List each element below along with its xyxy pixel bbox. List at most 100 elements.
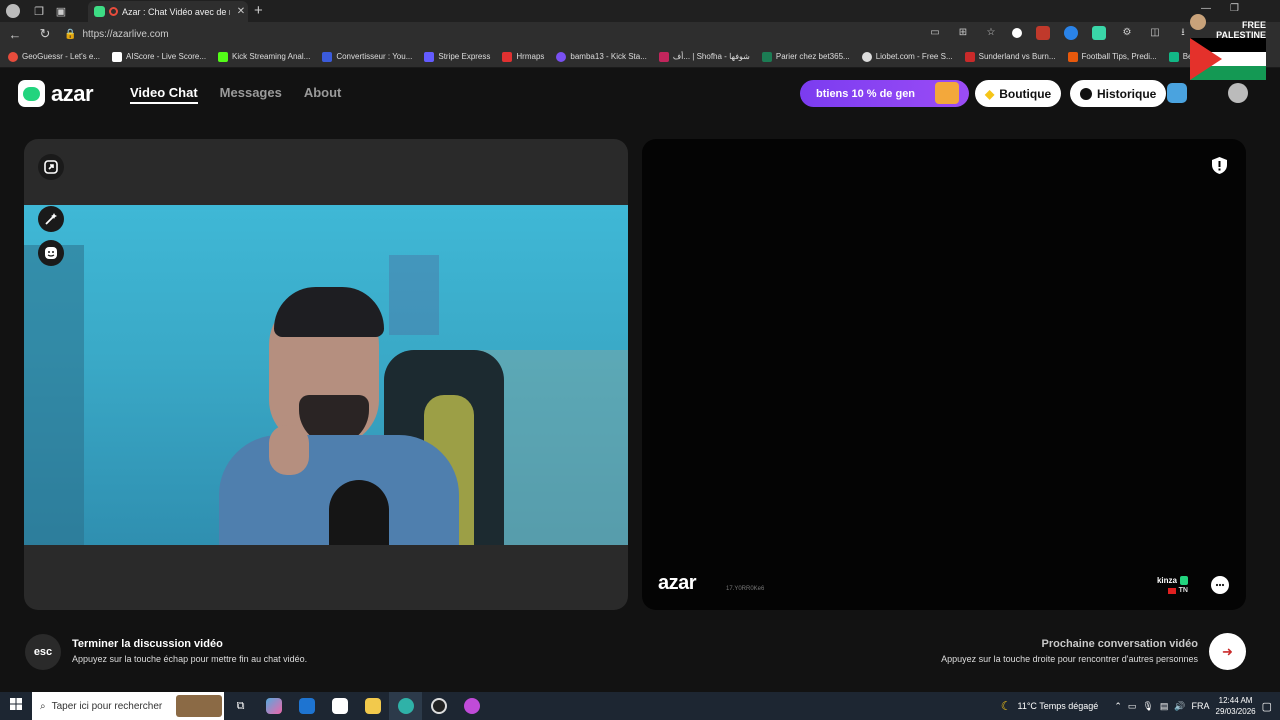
favorite-star-icon[interactable]: ☆ — [984, 26, 998, 40]
app-header: azar Video Chat Messages About btiens 10… — [0, 68, 1280, 120]
system-tray: ☾ 11°C Temps dégagé ⌃ ▭ 🎙 ▤ 🔊 FRA 12:44 … — [1001, 692, 1280, 720]
extensions-row: ▭ ⊞ ☆ ⚙ ◫ ⭳ — [928, 26, 1190, 40]
bookmark-icon — [658, 51, 669, 62]
bookmark-item[interactable]: GeoGuessr - Let's e... — [8, 51, 100, 62]
bookmark-item[interactable]: Football Tips, Predi... — [1067, 51, 1157, 62]
next-arrow-icon: ➜ — [1222, 643, 1233, 659]
browser-tab[interactable]: Azar : Chat Vidéo avec de n ✕ — [88, 1, 248, 22]
refresh-icon[interactable]: ↻ — [30, 26, 60, 42]
end-chat-subtitle: Appuyez sur la touche échap pour mettre … — [72, 654, 308, 664]
file-explorer-icon[interactable] — [356, 692, 389, 720]
esc-button[interactable]: esc — [25, 634, 61, 670]
discord-icon[interactable] — [455, 692, 488, 720]
magic-wand-icon[interactable] — [38, 206, 64, 232]
report-shield-icon[interactable] — [1211, 156, 1228, 175]
workspaces-icon[interactable]: ❐ — [28, 0, 50, 22]
bookmark-item[interactable]: Convertisseur : You... — [322, 51, 412, 62]
weather-text[interactable]: 11°C Temps dégagé — [1017, 701, 1098, 711]
azar-watermark: azar — [658, 572, 697, 594]
azar-favicon-icon — [94, 6, 105, 17]
azar-logo[interactable]: azar — [18, 80, 94, 107]
shop-button[interactable]: ◆ Boutique — [975, 80, 1062, 107]
url-field[interactable]: https://azarlive.com — [82, 29, 168, 40]
nav-video-chat[interactable]: Video Chat — [130, 85, 198, 104]
tab-title: Azar : Chat Vidéo avec de n — [122, 6, 230, 17]
promo-banner[interactable]: btiens 10 % de gen — [800, 80, 969, 107]
next-chat-button[interactable]: ➜ — [1209, 633, 1246, 670]
moon-weather-icon: ☾ — [1000, 699, 1012, 713]
bookmark-item[interactable]: Kick Streaming Anal... — [218, 51, 310, 62]
minimize-icon[interactable]: — — [1201, 3, 1211, 14]
extensions-puzzle-icon[interactable]: ⚙ — [1120, 26, 1134, 40]
restore-icon[interactable]: ❐ — [1230, 3, 1239, 14]
bookmark-icon — [861, 51, 872, 62]
bookmark-item[interactable]: AIScore - Live Score... — [112, 51, 206, 62]
self-camera-feed — [24, 205, 628, 545]
search-icon: ⌕ — [40, 700, 46, 712]
extension-3-icon[interactable] — [1064, 26, 1078, 40]
bookmark-item[interactable]: أف... | Shofha - شوفها — [658, 51, 750, 62]
bookmark-item[interactable]: Hrmaps — [502, 51, 544, 62]
new-tab-icon[interactable]: + — [254, 2, 263, 19]
bookmark-icon — [1067, 51, 1078, 62]
chat-bubble-icon[interactable] — [1211, 576, 1229, 594]
cast-icon[interactable]: ▭ — [928, 26, 942, 40]
extension-2-icon[interactable] — [1036, 26, 1050, 40]
search-placeholder: Taper ici pour rechercher — [51, 700, 163, 712]
bookmark-icon — [964, 51, 975, 62]
close-tab-icon[interactable]: ✕ — [234, 6, 248, 17]
bookmark-item[interactable]: bamba13 - Kick Sta... — [556, 51, 647, 62]
bookmarks-bar: GeoGuessr - Let's e... AIScore - Live Sc… — [0, 46, 1280, 68]
network-icon[interactable]: ▤ — [1160, 701, 1169, 712]
history-button[interactable]: Historique — [1070, 80, 1167, 107]
nav-about[interactable]: About — [304, 85, 342, 104]
bookmark-icon — [112, 51, 123, 62]
app-install-icon[interactable]: ⊞ — [956, 26, 970, 40]
windows-taskbar: ⌕ Taper ici pour rechercher ⧉ ☾ 11°C Tem… — [0, 692, 1280, 720]
watermark-id: 17.Y0RR0Ke6 — [726, 586, 765, 592]
nav-messages[interactable]: Messages — [220, 85, 282, 104]
task-view-icon[interactable]: ⧉ — [224, 692, 257, 720]
clock[interactable]: 12:44 AM 29/03/2026 — [1216, 695, 1256, 717]
meet-now-icon[interactable]: ▭ — [1128, 701, 1137, 712]
gems-balance-icon[interactable] — [1167, 83, 1187, 103]
edge-icon[interactable] — [389, 692, 422, 720]
extension-1-icon[interactable] — [1012, 28, 1022, 38]
azar-logo-icon — [18, 80, 45, 107]
peer-info[interactable]: kinza TN — [1157, 576, 1188, 594]
face-filter-icon[interactable] — [38, 240, 64, 266]
profile-icon[interactable] — [6, 4, 20, 18]
lock-icon[interactable]: 🔒 — [64, 29, 76, 40]
split-screen-icon[interactable]: ◫ — [1148, 26, 1162, 40]
bookmark-icon — [218, 51, 229, 62]
obs-icon[interactable] — [422, 692, 455, 720]
bookmark-item[interactable]: Parier chez bet365... — [761, 51, 850, 62]
volume-icon[interactable]: 🔊 — [1174, 701, 1185, 712]
tray-chevron-icon[interactable]: ⌃ — [1114, 701, 1122, 712]
store-icon[interactable] — [323, 692, 356, 720]
microphone-icon[interactable]: 🎙 — [1142, 701, 1153, 712]
copilot-icon[interactable] — [257, 692, 290, 720]
back-icon[interactable]: ← — [0, 27, 30, 42]
expand-icon[interactable] — [38, 154, 64, 180]
bookmark-item[interactable]: Sunderland vs Burn... — [964, 51, 1056, 62]
notifications-icon[interactable]: ▢ — [1262, 700, 1272, 713]
bookmark-icon — [424, 51, 435, 62]
extension-4-icon[interactable] — [1092, 26, 1106, 40]
taskbar-search[interactable]: ⌕ Taper ici pour rechercher — [32, 692, 224, 720]
language-indicator[interactable]: FRA — [1192, 701, 1210, 711]
promo-text: btiens 10 % de gen — [816, 87, 916, 100]
bookmark-icon — [8, 51, 18, 62]
bookmark-icon — [761, 51, 772, 62]
tab-actions-icon[interactable]: ▣ — [50, 0, 72, 22]
outlook-icon[interactable] — [290, 692, 323, 720]
windows-start-icon[interactable] — [0, 697, 32, 715]
end-chat-title: Terminer la discussion vidéo — [72, 638, 223, 650]
treasure-chest-icon — [935, 82, 959, 104]
shop-label: Boutique — [999, 86, 1052, 101]
bookmark-item[interactable]: Liobet.com - Free S... — [861, 51, 953, 62]
peer-country: TN — [1157, 587, 1188, 594]
self-video-panel — [24, 139, 628, 610]
bookmark-item[interactable]: Stripe Express — [424, 51, 490, 62]
bookmark-icon — [556, 51, 567, 62]
